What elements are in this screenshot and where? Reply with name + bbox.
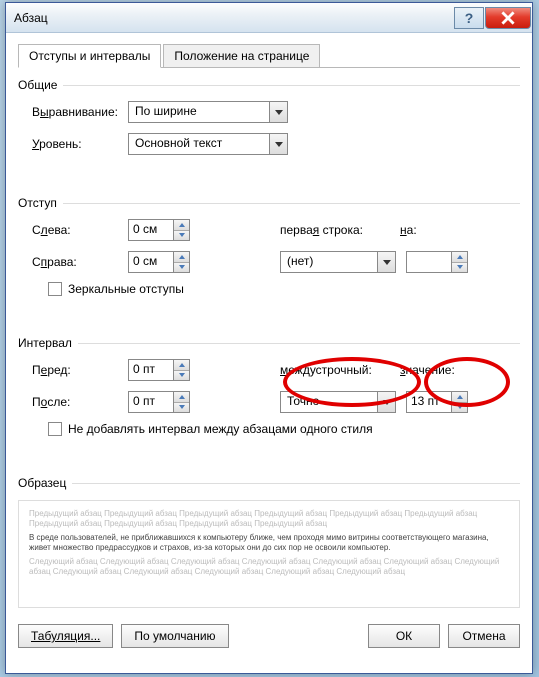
level-combo[interactable]: Основной текст xyxy=(128,133,288,155)
tab-indents-spacing[interactable]: Отступы и интервалы xyxy=(18,44,161,68)
spinner-down-icon[interactable] xyxy=(174,371,189,381)
section-general: Общие xyxy=(18,78,520,92)
spinner-up-icon[interactable] xyxy=(452,392,467,403)
mirror-indents-checkbox[interactable]: Зеркальные отступы xyxy=(18,282,520,296)
spinner-up-icon[interactable] xyxy=(174,252,189,263)
button-row: Табуляция... По умолчанию ОК Отмена xyxy=(18,624,520,648)
section-indent: Отступ xyxy=(18,196,520,210)
spacing-after-label: После: xyxy=(18,395,128,409)
spacing-before-spinner[interactable]: 0 пт xyxy=(128,359,190,381)
cancel-button[interactable]: Отмена xyxy=(448,624,520,648)
value-label: значение: xyxy=(400,363,460,377)
tab-bar: Отступы и интервалы Положение на страниц… xyxy=(18,43,520,68)
tab-page-position[interactable]: Положение на странице xyxy=(163,44,320,68)
line-spacing-value-spinner[interactable]: 13 пт xyxy=(406,391,468,413)
section-indent-title: Отступ xyxy=(18,196,57,210)
alignment-combo[interactable]: По ширине xyxy=(128,101,288,123)
preview-prev-text: Предыдущий абзац Предыдущий абзац Предыд… xyxy=(29,509,509,530)
section-general-title: Общие xyxy=(18,78,57,92)
preview-sample-text: В среде пользователей, не приближавшихся… xyxy=(29,533,509,554)
section-preview: Образец xyxy=(18,476,520,490)
ok-button[interactable]: ОК xyxy=(368,624,440,648)
tabs-button[interactable]: Табуляция... xyxy=(18,624,113,648)
preview-pane: Предыдущий абзац Предыдущий абзац Предыд… xyxy=(18,500,520,608)
titlebar[interactable]: Абзац ? xyxy=(6,3,532,33)
checkbox-icon xyxy=(48,422,62,436)
spinner-down-icon[interactable] xyxy=(174,231,189,241)
indent-right-label: Справа: xyxy=(18,255,128,269)
default-button[interactable]: По умолчанию xyxy=(121,624,228,648)
line-spacing-combo[interactable]: Точно xyxy=(280,391,396,413)
spinner-up-icon[interactable] xyxy=(452,252,467,263)
section-spacing-title: Интервал xyxy=(18,336,72,350)
checkbox-icon xyxy=(48,282,62,296)
section-spacing: Интервал xyxy=(18,336,520,350)
spinner-up-icon[interactable] xyxy=(174,360,189,371)
help-button[interactable]: ? xyxy=(454,7,484,29)
first-line-value-spinner[interactable] xyxy=(406,251,468,273)
chevron-down-icon[interactable] xyxy=(377,392,395,412)
dialog-title: Абзац xyxy=(14,11,454,25)
close-button[interactable] xyxy=(485,7,531,29)
alignment-label: Выравнивание: xyxy=(18,105,128,119)
preview-next-text: Следующий абзац Следующий абзац Следующи… xyxy=(29,557,509,578)
spacing-before-label: Перед: xyxy=(18,363,128,377)
section-preview-title: Образец xyxy=(18,476,66,490)
line-spacing-label: междустрочный: xyxy=(280,363,390,377)
indent-right-spinner[interactable]: 0 см xyxy=(128,251,190,273)
spinner-down-icon[interactable] xyxy=(174,263,189,273)
no-space-same-style-checkbox[interactable]: Не добавлять интервал между абзацами одн… xyxy=(18,422,520,436)
dialog-content: Отступы и интервалы Положение на страниц… xyxy=(6,33,532,658)
spinner-up-icon[interactable] xyxy=(174,392,189,403)
level-label: Уровень: xyxy=(18,137,128,151)
chevron-down-icon[interactable] xyxy=(377,252,395,272)
first-line-label: первая строка: xyxy=(280,223,390,237)
spacing-after-spinner[interactable]: 0 пт xyxy=(128,391,190,413)
on-label: на: xyxy=(400,223,426,237)
indent-left-label: Слева: xyxy=(18,223,128,237)
spinner-down-icon[interactable] xyxy=(452,403,467,413)
spinner-down-icon[interactable] xyxy=(452,263,467,273)
spinner-up-icon[interactable] xyxy=(174,220,189,231)
paragraph-dialog: Абзац ? Отступы и интервалы Положение на… xyxy=(5,2,533,674)
first-line-combo[interactable]: (нет) xyxy=(280,251,396,273)
chevron-down-icon[interactable] xyxy=(269,102,287,122)
spinner-down-icon[interactable] xyxy=(174,403,189,413)
indent-left-spinner[interactable]: 0 см xyxy=(128,219,190,241)
chevron-down-icon[interactable] xyxy=(269,134,287,154)
close-icon xyxy=(501,11,515,25)
